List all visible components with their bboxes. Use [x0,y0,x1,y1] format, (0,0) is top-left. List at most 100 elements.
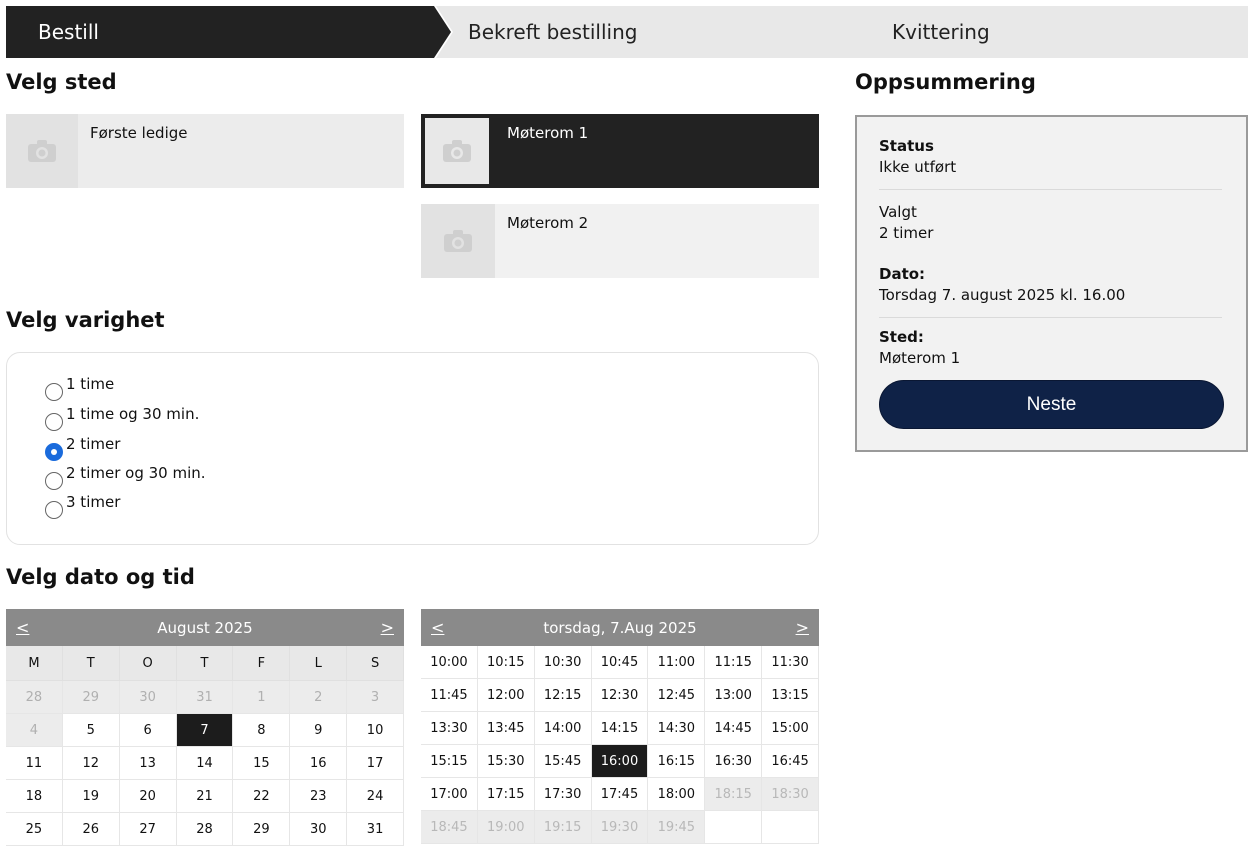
weekday-header: O [119,646,177,681]
next-button[interactable]: Neste [879,380,1224,429]
duration-option-2-timer-30[interactable]: 2 timer og 30 min. [45,464,206,490]
duration-option-1-time-30[interactable]: 1 time og 30 min. [45,405,199,431]
calendar-day[interactable]: 16 [290,747,348,780]
summary-chosen-label: Valgt [879,203,917,221]
time-slot[interactable]: 16:15 [648,745,706,778]
time-slot[interactable]: 16:45 [762,745,819,778]
calendar-day[interactable]: 31 [347,813,404,846]
time-slot[interactable]: 13:15 [762,679,819,712]
calendar-day[interactable]: 20 [119,780,177,813]
calendar-day[interactable]: 9 [290,714,348,747]
calendar-day[interactable]: 26 [62,813,120,846]
time-slot[interactable]: 12:00 [477,679,535,712]
summary-date-label: Dato: [879,265,926,283]
calendar-day[interactable]: 28 [176,813,234,846]
duration-panel: 1 time 1 time og 30 min. 2 timer 2 timer… [6,352,819,545]
calendar-day[interactable]: 22 [233,780,291,813]
time-slot[interactable]: 11:30 [762,646,819,679]
calendar-day: 3 [347,681,404,714]
calendar-day[interactable]: 13 [119,747,177,780]
time-slot-selected[interactable]: 16:00 [591,745,649,778]
summary-status-label: Status [879,137,934,155]
calendar-day[interactable]: 5 [62,714,120,747]
location-option-label: Første ledige [90,124,188,142]
calendar-day[interactable]: 25 [6,813,63,846]
time-slot[interactable]: 16:30 [705,745,763,778]
calendar-day[interactable]: 29 [233,813,291,846]
time-slot[interactable]: 12:15 [534,679,592,712]
prev-day-button[interactable]: < [431,618,444,637]
time-slot[interactable]: 10:15 [477,646,535,679]
time-slot[interactable]: 15:00 [762,712,819,745]
time-slot[interactable]: 10:00 [421,646,478,679]
date-calendar: < August 2025 > M T O T F L S 28 29 30 31 1 2 3 4 5 6 7 8 9… [6,609,404,846]
time-slot[interactable]: 10:30 [534,646,592,679]
time-slot[interactable]: 17:00 [421,778,478,811]
duration-option-3-timer[interactable]: 3 timer [45,493,120,519]
location-option-moterom-2[interactable]: Møterom 2 [421,204,819,278]
next-month-button[interactable]: > [381,618,394,637]
time-slot[interactable]: 15:15 [421,745,478,778]
time-slot[interactable]: 13:45 [477,712,535,745]
calendar-day[interactable]: 30 [290,813,348,846]
time-slot[interactable]: 14:30 [648,712,706,745]
time-slot[interactable]: 18:00 [648,778,706,811]
radio-button[interactable] [45,501,63,519]
calendar-day[interactable]: 17 [347,747,404,780]
weekday-header: T [176,646,234,681]
calendar-day-selected[interactable]: 7 [176,714,234,747]
time-slot[interactable]: 15:30 [477,745,535,778]
calendar-day[interactable]: 8 [233,714,291,747]
time-slot[interactable]: 10:45 [591,646,649,679]
time-slot[interactable]: 17:15 [477,778,535,811]
calendar-day[interactable]: 14 [176,747,234,780]
weekday-header: S [347,646,404,681]
calendar-day[interactable]: 23 [290,780,348,813]
time-slot[interactable]: 13:30 [421,712,478,745]
calendar-day[interactable]: 27 [119,813,177,846]
radio-button[interactable] [45,383,63,401]
calendar-day[interactable]: 11 [6,747,63,780]
calendar-day[interactable]: 6 [119,714,177,747]
calendar-day[interactable]: 21 [176,780,234,813]
prev-month-button[interactable]: < [16,618,29,637]
time-slot[interactable]: 11:00 [648,646,706,679]
calendar-day[interactable]: 12 [62,747,120,780]
radio-button[interactable] [45,413,63,431]
calendar-day[interactable]: 24 [347,780,404,813]
time-slot[interactable]: 17:30 [534,778,592,811]
radio-button-checked[interactable] [45,443,63,461]
time-slot[interactable]: 11:15 [705,646,763,679]
location-option-label: Møterom 2 [507,214,589,232]
summary-place: Sted: Møterom 1 [879,327,960,369]
location-option-label: Møterom 1 [507,124,589,142]
time-slot[interactable]: 11:45 [421,679,478,712]
radio-button[interactable] [45,472,63,490]
calendar-month-label: August 2025 [157,618,253,637]
weekday-header: L [290,646,348,681]
time-slot[interactable]: 12:30 [591,679,649,712]
time-slot[interactable]: 12:45 [648,679,706,712]
next-day-button[interactable]: > [796,618,809,637]
time-slot[interactable]: 14:00 [534,712,592,745]
calendar-day: 1 [233,681,291,714]
location-option-forste-ledige[interactable]: Første ledige [6,114,404,188]
time-slot[interactable]: 14:45 [705,712,763,745]
calendar-day[interactable]: 10 [347,714,404,747]
calendar-day[interactable]: 15 [233,747,291,780]
time-slot[interactable]: 15:45 [534,745,592,778]
summary-place-label: Sted: [879,328,924,346]
time-slot: 19:45 [648,811,706,844]
duration-option-2-timer[interactable]: 2 timer [45,435,120,461]
duration-option-1-time[interactable]: 1 time [45,375,114,401]
calendar-day[interactable]: 18 [6,780,63,813]
weekday-header: M [6,646,63,681]
calendar-day: 4 [6,714,63,747]
time-slot[interactable]: 14:15 [591,712,649,745]
calendar-day[interactable]: 19 [62,780,120,813]
time-slot[interactable]: 17:45 [591,778,649,811]
location-option-moterom-1[interactable]: Møterom 1 [421,114,819,188]
time-slot[interactable]: 13:00 [705,679,763,712]
summary-date-value: Torsdag 7. august 2025 kl. 16.00 [879,286,1126,304]
duration-option-label: 1 time [66,375,115,393]
